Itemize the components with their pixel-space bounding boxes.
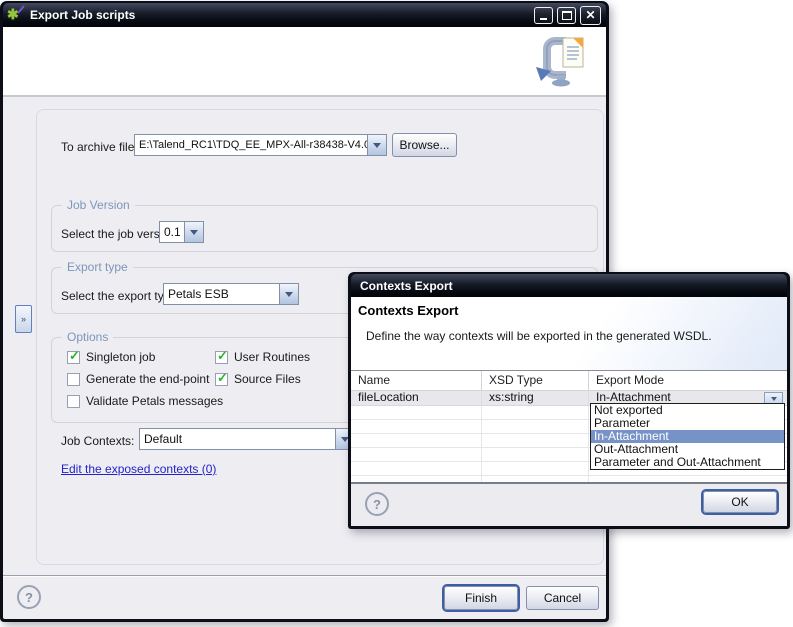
chevron-down-icon: [373, 143, 381, 148]
check-icon: ✓: [217, 370, 228, 386]
close-icon: ✕: [585, 8, 595, 22]
checkbox-box: [67, 373, 80, 386]
contexts-heading: Contexts Export: [358, 303, 458, 318]
main-dialog-title: Export Job scripts: [30, 8, 135, 22]
export-type-group-label: Export type: [62, 260, 133, 274]
column-header-name[interactable]: Name: [351, 371, 482, 390]
contexts-titlebar[interactable]: Contexts Export: [351, 274, 787, 297]
check-icon: ✓: [217, 348, 228, 364]
contexts-dialog-body: Contexts Export Define the way contexts …: [351, 297, 787, 526]
checkbox-label: Validate Petals messages: [86, 394, 223, 408]
cell-xsd-type: xs:string: [482, 391, 589, 405]
job-version-combo[interactable]: 0.1: [159, 221, 204, 243]
checkbox-box: ✓: [67, 351, 80, 364]
job-contexts-combo[interactable]: Default: [139, 428, 355, 450]
checkbox-label: User Routines: [234, 350, 310, 364]
contexts-help-button[interactable]: ?: [365, 492, 389, 516]
chevron-down-icon: [190, 230, 198, 235]
cancel-button[interactable]: Cancel: [526, 586, 599, 610]
browse-button[interactable]: Browse...: [392, 133, 457, 157]
green-star-icon: ✱: [7, 6, 19, 23]
maximize-button[interactable]: [557, 7, 576, 24]
chevron-down-icon: [285, 292, 293, 297]
checkbox-box: [67, 395, 80, 408]
archive-file-label: To archive file:: [61, 140, 138, 154]
export-type-combo[interactable]: Petals ESB: [163, 283, 299, 305]
column-header-xsd-type[interactable]: XSD Type: [482, 371, 589, 390]
job-contexts-value: Default: [140, 429, 335, 449]
contexts-description: Define the way contexts will be exported…: [366, 329, 712, 343]
contexts-table-header-row: Name XSD Type Export Mode: [351, 371, 787, 391]
options-group-label: Options: [62, 330, 113, 344]
minimize-icon: [540, 18, 547, 20]
archive-file-value: E:\Talend_RC1\TDQ_EE_MPX-All-r38438-V4.0…: [135, 135, 367, 155]
checkbox-source-files[interactable]: ✓ Source Files: [215, 371, 301, 387]
export-type-field-label: Select the export type: [61, 289, 177, 303]
ok-button[interactable]: OK: [703, 491, 777, 513]
checkbox-label: Source Files: [234, 372, 301, 386]
checkbox-label: Generate the end-point: [86, 372, 209, 386]
archive-file-combo[interactable]: E:\Talend_RC1\TDQ_EE_MPX-All-r38438-V4.0…: [134, 134, 387, 156]
maximize-icon: [562, 11, 572, 20]
contexts-export-dialog: Contexts Export Contexts Export Define t…: [348, 272, 790, 529]
chevron-down-icon: [771, 397, 777, 401]
finish-button[interactable]: Finish: [444, 586, 518, 610]
column-header-export-mode[interactable]: Export Mode: [589, 371, 787, 390]
help-button[interactable]: ?: [17, 585, 41, 609]
checkbox-user-routines[interactable]: ✓ User Routines: [215, 349, 310, 365]
checkbox-label: Singleton job: [86, 350, 155, 364]
job-version-value: 0.1: [160, 222, 184, 242]
export-mode-dropdown-list: Not exported Parameter In-Attachment Out…: [590, 403, 785, 470]
export-type-value: Petals ESB: [164, 284, 279, 304]
checkbox-generate-endpoint[interactable]: Generate the end-point: [67, 371, 209, 387]
minimize-button[interactable]: [534, 7, 553, 24]
job-version-dropdown-button[interactable]: [184, 222, 203, 242]
checkbox-validate-petals-messages[interactable]: Validate Petals messages: [67, 393, 223, 409]
edit-exposed-contexts-link[interactable]: Edit the exposed contexts (0): [61, 462, 216, 476]
checkbox-box: ✓: [215, 351, 228, 364]
checkbox-singleton-job[interactable]: ✓ Singleton job: [67, 349, 155, 365]
button-bar-separator: [3, 575, 606, 576]
wizard-header: [3, 27, 606, 97]
contexts-header: Contexts Export Define the way contexts …: [351, 297, 787, 370]
restore-side-panel-button[interactable]: »: [15, 305, 32, 333]
job-contexts-label: Job Contexts:: [61, 434, 134, 448]
desktop: ✱ Export Job scripts ✕: [0, 0, 793, 627]
check-icon: ✓: [69, 348, 80, 364]
export-type-dropdown-button[interactable]: [279, 284, 298, 304]
main-titlebar[interactable]: ✱ Export Job scripts ✕: [3, 3, 606, 27]
archive-file-dropdown-button[interactable]: [367, 135, 386, 155]
contexts-dialog-title: Contexts Export: [360, 279, 453, 293]
checkbox-box: ✓: [215, 373, 228, 386]
talend-job-icon: ✱: [8, 7, 24, 23]
close-button[interactable]: ✕: [580, 6, 601, 25]
dropdown-option-parameter-and-out-attachment[interactable]: Parameter and Out-Attachment: [591, 456, 784, 469]
export-wizard-icon: [532, 33, 592, 89]
job-version-group-label: Job Version: [62, 198, 135, 212]
cell-name: fileLocation: [351, 391, 482, 405]
